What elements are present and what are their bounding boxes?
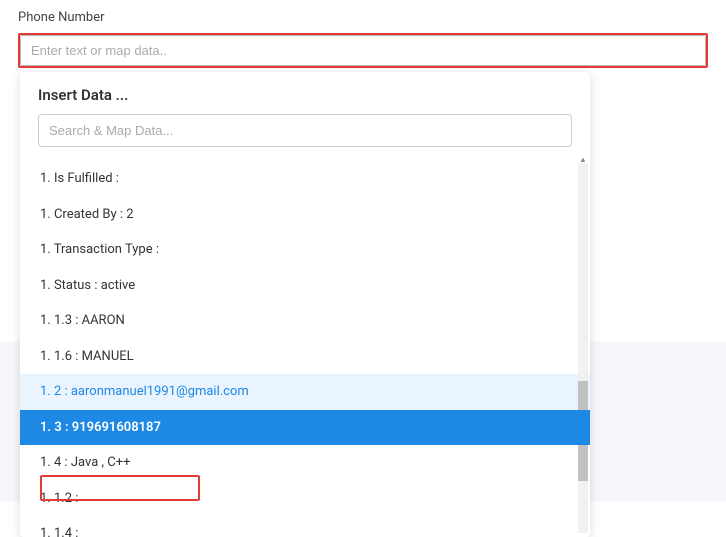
list-item[interactable]: 1. Transaction Type :: [20, 232, 590, 268]
phone-number-input[interactable]: [21, 36, 705, 65]
data-list: ▲ 1. Is Fulfilled :1. Created By : 21. T…: [20, 157, 590, 537]
list-item[interactable]: 1. Status : active: [20, 268, 590, 304]
list-item[interactable]: 1. Is Fulfilled :: [20, 161, 590, 197]
phone-number-label: Phone Number: [18, 10, 708, 25]
list-item[interactable]: 1. 1.3 : AARON: [20, 303, 590, 339]
phone-input-highlight: [18, 33, 708, 68]
insert-data-popover: Insert Data ... ▲ 1. Is Fulfilled :1. Cr…: [20, 72, 590, 537]
list-item[interactable]: 1. 4 : Java , C++: [20, 445, 590, 481]
list-item[interactable]: 1. 2 : aaronmanuel1991@gmail.com: [20, 374, 590, 410]
popover-title: Insert Data ...: [20, 72, 590, 114]
list-item[interactable]: 1. 1.6 : MANUEL: [20, 339, 590, 375]
list-item[interactable]: 1. Created By : 2: [20, 197, 590, 233]
list-item[interactable]: 1. 3 : 919691608187: [20, 410, 590, 446]
list-item[interactable]: 1. 1.4 :: [20, 516, 590, 537]
list-item[interactable]: 1. 1.2 :: [20, 481, 590, 517]
search-input[interactable]: [38, 114, 572, 147]
